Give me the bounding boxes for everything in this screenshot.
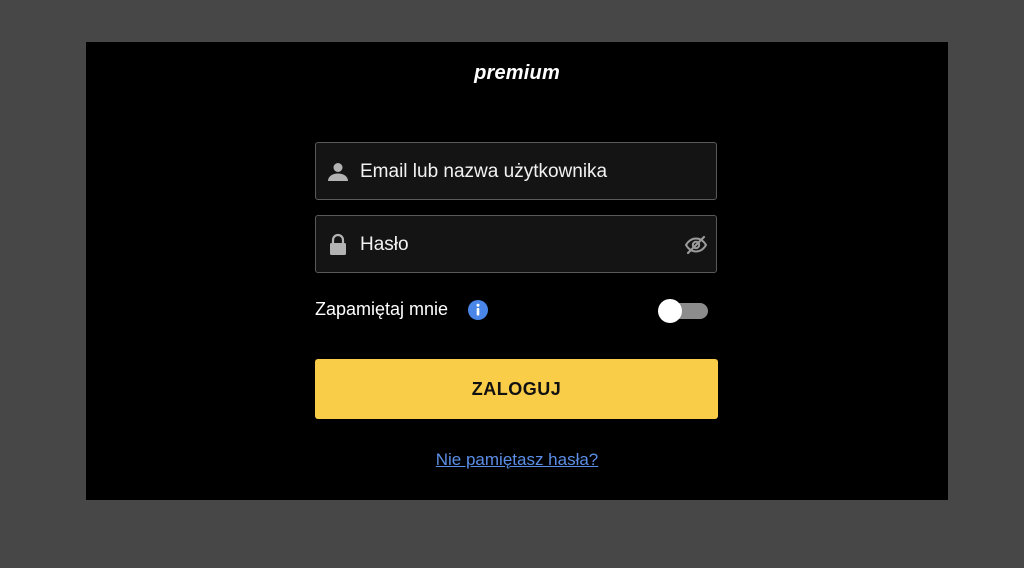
- lock-icon: [330, 233, 346, 255]
- email-input[interactable]: [360, 161, 680, 183]
- eye-slash-icon[interactable]: [684, 233, 708, 257]
- forgot-password-link[interactable]: Nie pamiętasz hasła?: [86, 450, 948, 470]
- email-field[interactable]: [315, 142, 717, 200]
- user-icon: [328, 163, 348, 181]
- login-button[interactable]: ZALOGUJ: [315, 359, 718, 419]
- login-panel: premium Zapamiętaj mnie ZALOGUJ Nie pami…: [86, 42, 948, 500]
- remember-me-toggle[interactable]: [658, 299, 708, 323]
- password-field[interactable]: [315, 215, 717, 273]
- toggle-knob: [658, 299, 682, 323]
- info-icon[interactable]: [468, 300, 488, 320]
- password-input[interactable]: [360, 234, 680, 256]
- remember-me-label: Zapamiętaj mnie: [315, 299, 449, 319]
- brand-logo: premium: [474, 62, 560, 84]
